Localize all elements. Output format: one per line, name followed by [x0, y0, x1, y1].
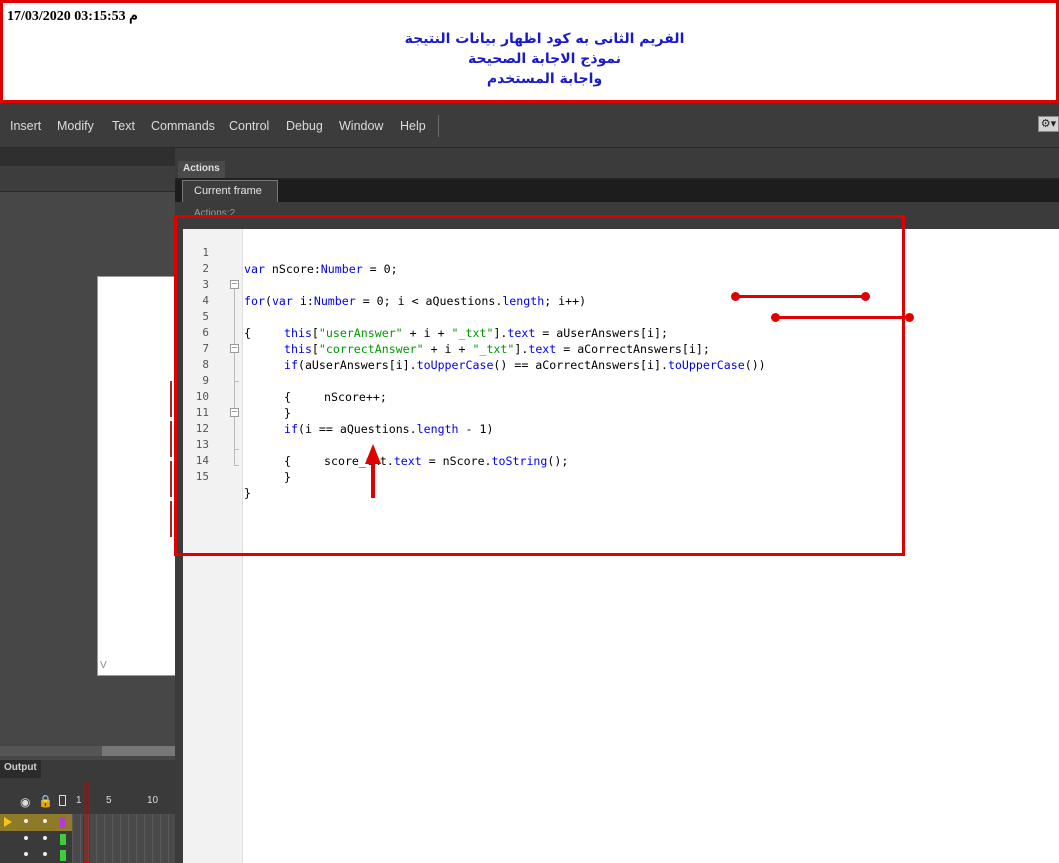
gear-icon[interactable]: ⚙▾: [1038, 116, 1059, 132]
playhead[interactable]: [83, 781, 90, 863]
menu-window[interactable]: Window: [339, 119, 383, 133]
menu-text[interactable]: Text: [112, 119, 135, 133]
actions-tab[interactable]: Actions: [178, 161, 225, 178]
annotation-dot: [861, 292, 870, 301]
stage-canvas[interactable]: V: [97, 276, 177, 676]
menu-commands[interactable]: Commands: [151, 119, 215, 133]
timestamp: 17/03/2020 03:15:53 م: [7, 9, 138, 24]
timeline-layer[interactable]: [0, 847, 72, 863]
layer-dot: [43, 819, 47, 823]
code-line: 15 }: [183, 453, 1059, 500]
menu-control[interactable]: Control: [229, 119, 269, 133]
code-line: 14 }: [183, 437, 1059, 484]
code-line: 1 var nScore:Number = 0;: [183, 229, 1059, 276]
code-line: 4 – {: [183, 277, 1059, 341]
stage-panel: V: [0, 148, 177, 760]
layer-dot: [43, 852, 47, 856]
code-line: 10 }: [183, 373, 1059, 420]
play-icon: [4, 817, 12, 827]
layer-dot: [24, 836, 28, 840]
menu-modify[interactable]: Modify: [57, 119, 94, 133]
fold-toggle-icon[interactable]: –: [230, 344, 239, 353]
timeline-layer[interactable]: [0, 831, 72, 847]
scrollbar-thumb[interactable]: [102, 746, 175, 756]
fold-toggle-icon[interactable]: –: [230, 280, 239, 289]
annotation-line-2: نموذج الاجابة الصحيحة: [468, 51, 621, 67]
menu-insert[interactable]: Insert: [10, 119, 41, 133]
code-line: 12 – {: [183, 405, 1059, 469]
code-editor[interactable]: 1 var nScore:Number = 0; 2 3 for(var i:N…: [183, 229, 1059, 863]
output-panel: Output ◉ 🔒 1 5 10: [0, 760, 175, 863]
code-line: 5 this["userAnswer" + i + "_txt"].text =…: [183, 293, 1059, 340]
frame-number-1: 1: [76, 795, 82, 806]
code-line: 7 if(aUserAnswers[i].toUpperCase() == aC…: [183, 325, 1059, 372]
annotation-line-3: واجابة المستخدم: [486, 71, 603, 87]
code-line: 8 – {: [183, 341, 1059, 405]
outline-icon[interactable]: [59, 795, 66, 806]
annotation-header: 17/03/2020 03:15:53 م الفريم الثانى به ك…: [0, 0, 1059, 103]
line-number: 15: [195, 470, 209, 483]
actions-toolbar: Actions:2: [175, 202, 1059, 229]
output-tab[interactable]: Output: [0, 760, 41, 778]
tab-current-frame[interactable]: Current frame: [182, 180, 278, 202]
lock-icon[interactable]: 🔒: [38, 794, 53, 808]
frame-tabs: [175, 180, 1059, 202]
code-line: 13 score_txt.text = nScore.toString();: [183, 421, 1059, 468]
menu-bar: Insert Modify Text Commands Control Debu…: [0, 103, 1059, 148]
actions-frame-label: Actions:2: [194, 208, 236, 219]
frame-number-5: 5: [106, 795, 112, 806]
stage-topbar: [0, 148, 175, 166]
menu-separator: [438, 115, 439, 137]
layer-color-swatch: [60, 850, 66, 861]
stage-corner-label: V: [100, 660, 107, 671]
fold-toggle-icon[interactable]: –: [230, 408, 239, 417]
menu-help[interactable]: Help: [400, 119, 426, 133]
layer-dot: [24, 819, 28, 823]
layer-dot: [24, 852, 28, 856]
annotation-arrow-up-icon: [365, 444, 381, 498]
eye-icon[interactable]: ◉: [20, 795, 30, 809]
code-line: 6 this["correctAnswer" + i + "_txt"].tex…: [183, 309, 1059, 356]
layer-color-swatch: [60, 817, 66, 828]
frame-number-10: 10: [147, 795, 159, 806]
code-text: }: [284, 470, 291, 484]
code-line: 11 if(i == aQuestions.length - 1): [183, 389, 1059, 436]
code-line: 2: [183, 245, 1059, 275]
annotation-line-1: الفريم الثانى به كود اظهار بيانات النتيج…: [404, 31, 685, 47]
code-text: }: [244, 486, 251, 500]
stage-toolbar: [0, 166, 175, 192]
annotation-dot: [905, 313, 914, 322]
menu-debug[interactable]: Debug: [286, 119, 323, 133]
layer-dot: [43, 836, 47, 840]
layer-color-swatch: [60, 834, 66, 845]
annotation-line: [776, 316, 910, 319]
annotation-line: [736, 295, 866, 298]
annotation-text: الفريم الثانى به كود اظهار بيانات النتيج…: [3, 29, 1056, 89]
timeline-layer-active[interactable]: [0, 814, 72, 831]
code-line: 3 for(var i:Number = 0; i < aQuestions.l…: [183, 261, 1059, 308]
code-line: 9 nScore++;: [183, 357, 1059, 404]
